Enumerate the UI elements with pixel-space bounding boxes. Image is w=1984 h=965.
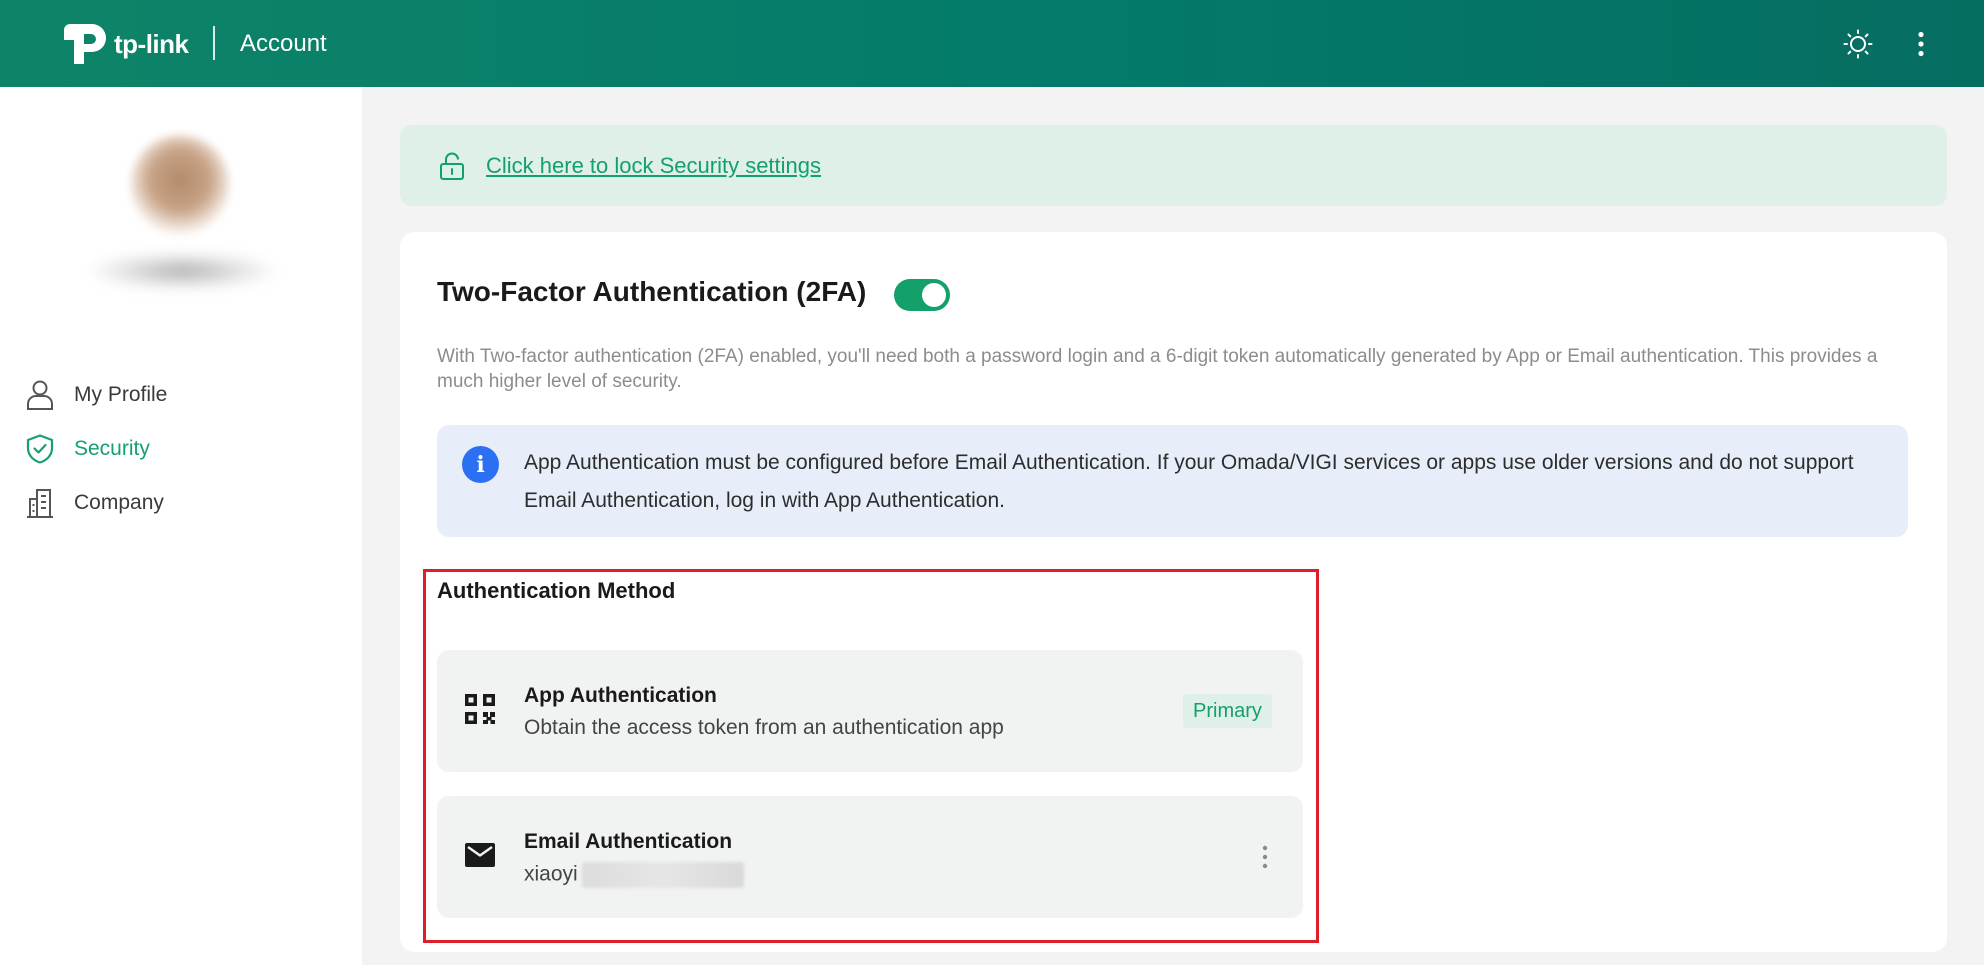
toggle-knob <box>922 283 946 307</box>
sidebar-item-label: Security <box>74 437 150 460</box>
twofa-description: With Two-factor authentication (2FA) ena… <box>437 346 1878 392</box>
brand-name: tp-link <box>114 28 189 59</box>
avatar[interactable] <box>130 135 230 235</box>
sun-icon[interactable] <box>1838 24 1878 64</box>
info-text: App Authentication must be configured be… <box>524 451 1854 512</box>
lock-security-banner: Click here to lock Security settings <box>400 125 1947 206</box>
header-title: Account <box>240 30 327 57</box>
mail-icon <box>463 838 497 872</box>
user-icon <box>24 379 56 411</box>
shield-check-icon <box>24 433 56 465</box>
unlock-icon <box>437 150 467 182</box>
sidebar-item-label: My Profile <box>74 383 168 406</box>
info-notice: i App Authentication must be configured … <box>437 425 1908 537</box>
top-bar: tp-link Account <box>0 0 1984 87</box>
email-address: xiaoyi <box>524 862 744 888</box>
user-name-redacted <box>90 252 275 290</box>
app-authentication-subtitle: Obtain the access token from an authenti… <box>524 716 1004 739</box>
qr-code-icon <box>463 692 497 726</box>
building-icon <box>24 487 56 519</box>
app-authentication-row[interactable]: App Authentication Obtain the access tok… <box>437 650 1303 772</box>
primary-badge: Primary <box>1183 694 1272 728</box>
sidebar-item-my-profile[interactable]: My Profile <box>24 375 324 415</box>
sidebar-item-security[interactable]: Security <box>24 429 324 469</box>
twofa-toggle[interactable] <box>894 279 950 311</box>
sidebar-item-company[interactable]: Company <box>24 483 324 523</box>
twofa-card: Two-Factor Authentication (2FA) With Two… <box>400 232 1947 952</box>
email-address-redacted <box>581 862 744 888</box>
lock-security-link[interactable]: Click here to lock Security settings <box>486 153 821 179</box>
sidebar: My Profile Security Company <box>0 87 362 965</box>
tp-link-logo-icon <box>64 24 106 64</box>
email-address-visible: xiaoyi <box>524 862 578 886</box>
tp-link-logo[interactable]: tp-link <box>60 20 189 68</box>
header-divider <box>213 26 215 60</box>
twofa-title: Two-Factor Authentication (2FA) <box>437 276 867 307</box>
more-vertical-icon[interactable] <box>1901 24 1941 64</box>
info-icon: i <box>462 446 499 483</box>
sidebar-item-label: Company <box>74 491 164 514</box>
more-vertical-icon[interactable] <box>1253 840 1277 874</box>
auth-method-title: Authentication Method <box>437 578 676 603</box>
email-authentication-row[interactable]: Email Authentication xiaoyi <box>437 796 1303 918</box>
email-authentication-name: Email Authentication <box>524 830 733 853</box>
app-authentication-name: App Authentication <box>524 684 717 707</box>
